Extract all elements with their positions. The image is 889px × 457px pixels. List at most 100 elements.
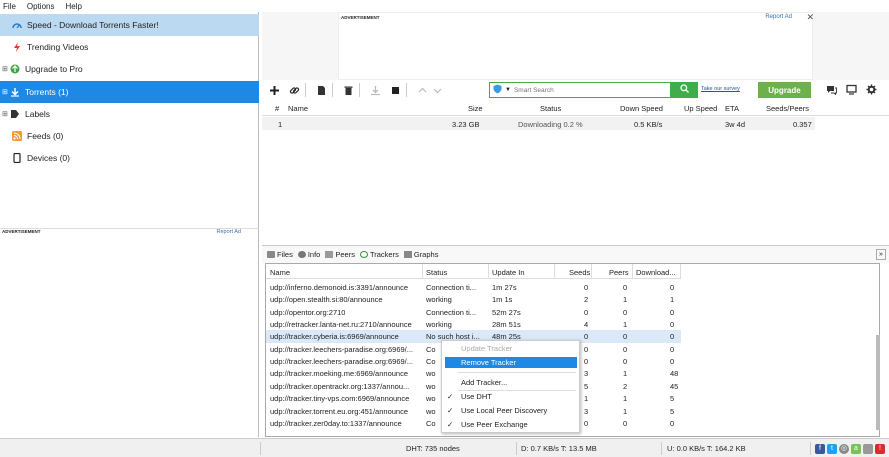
move-up-icon[interactable]: [415, 83, 430, 97]
expand-icon[interactable]: ⊞: [2, 88, 10, 96]
ad-margin: [262, 12, 338, 80]
sidebar-ad: ADVERTISEMENT Report Ad: [0, 228, 259, 238]
sidebar-item-upgrade[interactable]: ⊞ Upgrade to Pro: [0, 58, 259, 80]
torrent-row[interactable]: 1 3.23 GB Downloading 0.2 % 0.5 KB/s 3w …: [262, 117, 815, 130]
tab-graphs[interactable]: Graphs: [403, 250, 438, 259]
search-button[interactable]: [671, 82, 698, 98]
apple-icon[interactable]: [863, 444, 873, 454]
tracker-peers: 0: [623, 332, 628, 342]
download-status: D: 0.7 KB/s T: 13.5 MB: [521, 444, 597, 453]
sidebar-item-labels[interactable]: ⊞ Labels: [0, 103, 259, 125]
menu-use-lpd[interactable]: ✓ Use Local Peer Discovery: [443, 405, 578, 416]
col-download[interactable]: Download...: [636, 268, 676, 277]
survey-link[interactable]: Take our survey: [701, 86, 740, 92]
facebook-icon[interactable]: f: [815, 444, 825, 454]
tracker-dl: 0: [670, 320, 675, 330]
tracker-seeds: 2: [584, 295, 589, 305]
menu-use-pex[interactable]: ✓ Use Peer Exchange: [443, 419, 578, 430]
tracker-update: 52m 27s: [492, 307, 521, 317]
scrollbar[interactable]: [876, 335, 880, 430]
tracker-name: udp://tracker.zer0day.to:1337/announce: [270, 418, 402, 428]
upload-status: U: 0.0 KB/s T: 164.2 KB: [667, 444, 746, 453]
sidebar-item-label: Devices (0): [27, 153, 70, 163]
tracker-update: 1m 27s: [492, 283, 517, 292]
stop-icon[interactable]: [388, 83, 403, 97]
col-size[interactable]: Size: [468, 104, 483, 113]
tracker-row[interactable]: udp://open.stealth.si:80/announce working…: [266, 293, 681, 305]
detail-tabs: Files Info Peers Trackers Graphs: [262, 245, 889, 263]
col-up-speed[interactable]: Up Speed: [684, 104, 717, 113]
create-torrent-icon[interactable]: [314, 83, 329, 97]
tab-info[interactable]: Info: [297, 250, 320, 259]
sidebar-item-feeds[interactable]: Feeds (0): [0, 125, 259, 147]
chat-icon[interactable]: [826, 84, 837, 98]
col-name[interactable]: Name: [270, 268, 290, 277]
tracker-row[interactable]: udp://inferno.demonoid.is:3391/announce C…: [266, 281, 681, 293]
gear-icon[interactable]: [866, 84, 877, 98]
warning-icon[interactable]: !: [875, 444, 885, 454]
tab-files[interactable]: Files: [267, 250, 293, 259]
dropdown-icon[interactable]: ▼: [505, 87, 511, 93]
menu-use-dht[interactable]: ✓ Use DHT: [443, 391, 578, 402]
dht-status: DHT: 735 nodes: [406, 444, 460, 453]
sidebar-item-devices[interactable]: Devices (0): [0, 147, 259, 169]
search-icon: [680, 84, 689, 96]
smart-search-box[interactable]: ▼: [489, 82, 671, 98]
tracker-name: udp://tracker.leechers-paradise.org:6969…: [270, 357, 413, 367]
tracker-dl: 0: [670, 332, 675, 342]
col-seeds-peers[interactable]: Seeds/Peers: [766, 104, 809, 113]
expand-icon[interactable]: ⊞: [2, 110, 10, 118]
expand-icon[interactable]: ⊞: [2, 65, 10, 73]
col-update-in[interactable]: Update In: [492, 268, 525, 277]
toolbar-divider: [359, 83, 360, 97]
add-torrent-icon[interactable]: [267, 83, 282, 97]
col-status[interactable]: Status: [426, 268, 447, 277]
tracker-peers: 0: [623, 283, 628, 292]
tracker-name: udp://inferno.demonoid.is:3391/announce: [270, 283, 409, 292]
tracker-dl: 5: [670, 394, 675, 404]
menu-options[interactable]: Options: [27, 2, 55, 11]
menu-remove-tracker[interactable]: Remove Tracker: [445, 357, 577, 368]
sidebar-item-speed[interactable]: Speed - Download Torrents Faster!: [0, 14, 259, 36]
upgrade-button[interactable]: Upgrade: [758, 82, 811, 98]
menu-add-tracker[interactable]: Add Tracker...: [443, 377, 578, 388]
search-input[interactable]: [513, 86, 664, 94]
tracker-row[interactable]: udp://retracker.lanta-net.ru:2710/announ…: [266, 318, 681, 330]
col-down-speed[interactable]: Down Speed: [620, 104, 663, 113]
tracker-seeds: 0: [584, 283, 589, 292]
col-eta[interactable]: ETA: [725, 104, 739, 113]
report-ad-link[interactable]: Report Ad: [217, 229, 241, 238]
sidebar-item-torrents[interactable]: ⊞ Torrents (1): [0, 81, 259, 103]
menu-file[interactable]: File: [3, 2, 16, 11]
tracker-status: Co: [426, 418, 436, 428]
tracker-name: udp://tracker.tiny-vps.com:6969/announce: [270, 394, 410, 404]
menu-separator: [458, 372, 576, 373]
add-link-icon[interactable]: [287, 83, 302, 97]
web-icon[interactable]: ◎: [839, 444, 849, 454]
report-ad-link[interactable]: Report Ad: [765, 14, 792, 20]
col-name[interactable]: Name: [288, 104, 308, 113]
col-num[interactable]: #: [275, 104, 279, 113]
twitter-icon[interactable]: t: [827, 444, 837, 454]
device-icon: [12, 152, 22, 164]
download-icon[interactable]: [368, 83, 383, 97]
collapse-panel-icon[interactable]: »: [876, 249, 886, 260]
menu-update-tracker[interactable]: Update Tracker: [443, 343, 578, 354]
delete-icon[interactable]: [341, 83, 356, 97]
tab-trackers[interactable]: Trackers: [359, 250, 399, 259]
tracker-dl: 48: [670, 369, 679, 379]
remote-icon[interactable]: [846, 84, 857, 98]
menu-help[interactable]: Help: [65, 2, 81, 11]
col-seeds[interactable]: Seeds: [569, 268, 590, 277]
move-down-icon[interactable]: [430, 83, 445, 97]
tracker-peers: 1: [623, 406, 628, 416]
sidebar-item-trending[interactable]: Trending Videos: [0, 36, 259, 58]
col-status[interactable]: Status: [540, 104, 561, 113]
sidebar-item-label: Labels: [25, 109, 51, 119]
tab-peers[interactable]: Peers: [325, 250, 355, 259]
android-icon[interactable]: a: [851, 444, 861, 454]
close-icon[interactable]: ✕: [806, 12, 814, 23]
tracker-name: udp://tracker.leechers-paradise.org:6969…: [270, 344, 413, 354]
tracker-row[interactable]: udp://opentor.org:2710 Connection ti... 52…: [266, 306, 681, 318]
col-peers[interactable]: Peers: [609, 268, 629, 277]
